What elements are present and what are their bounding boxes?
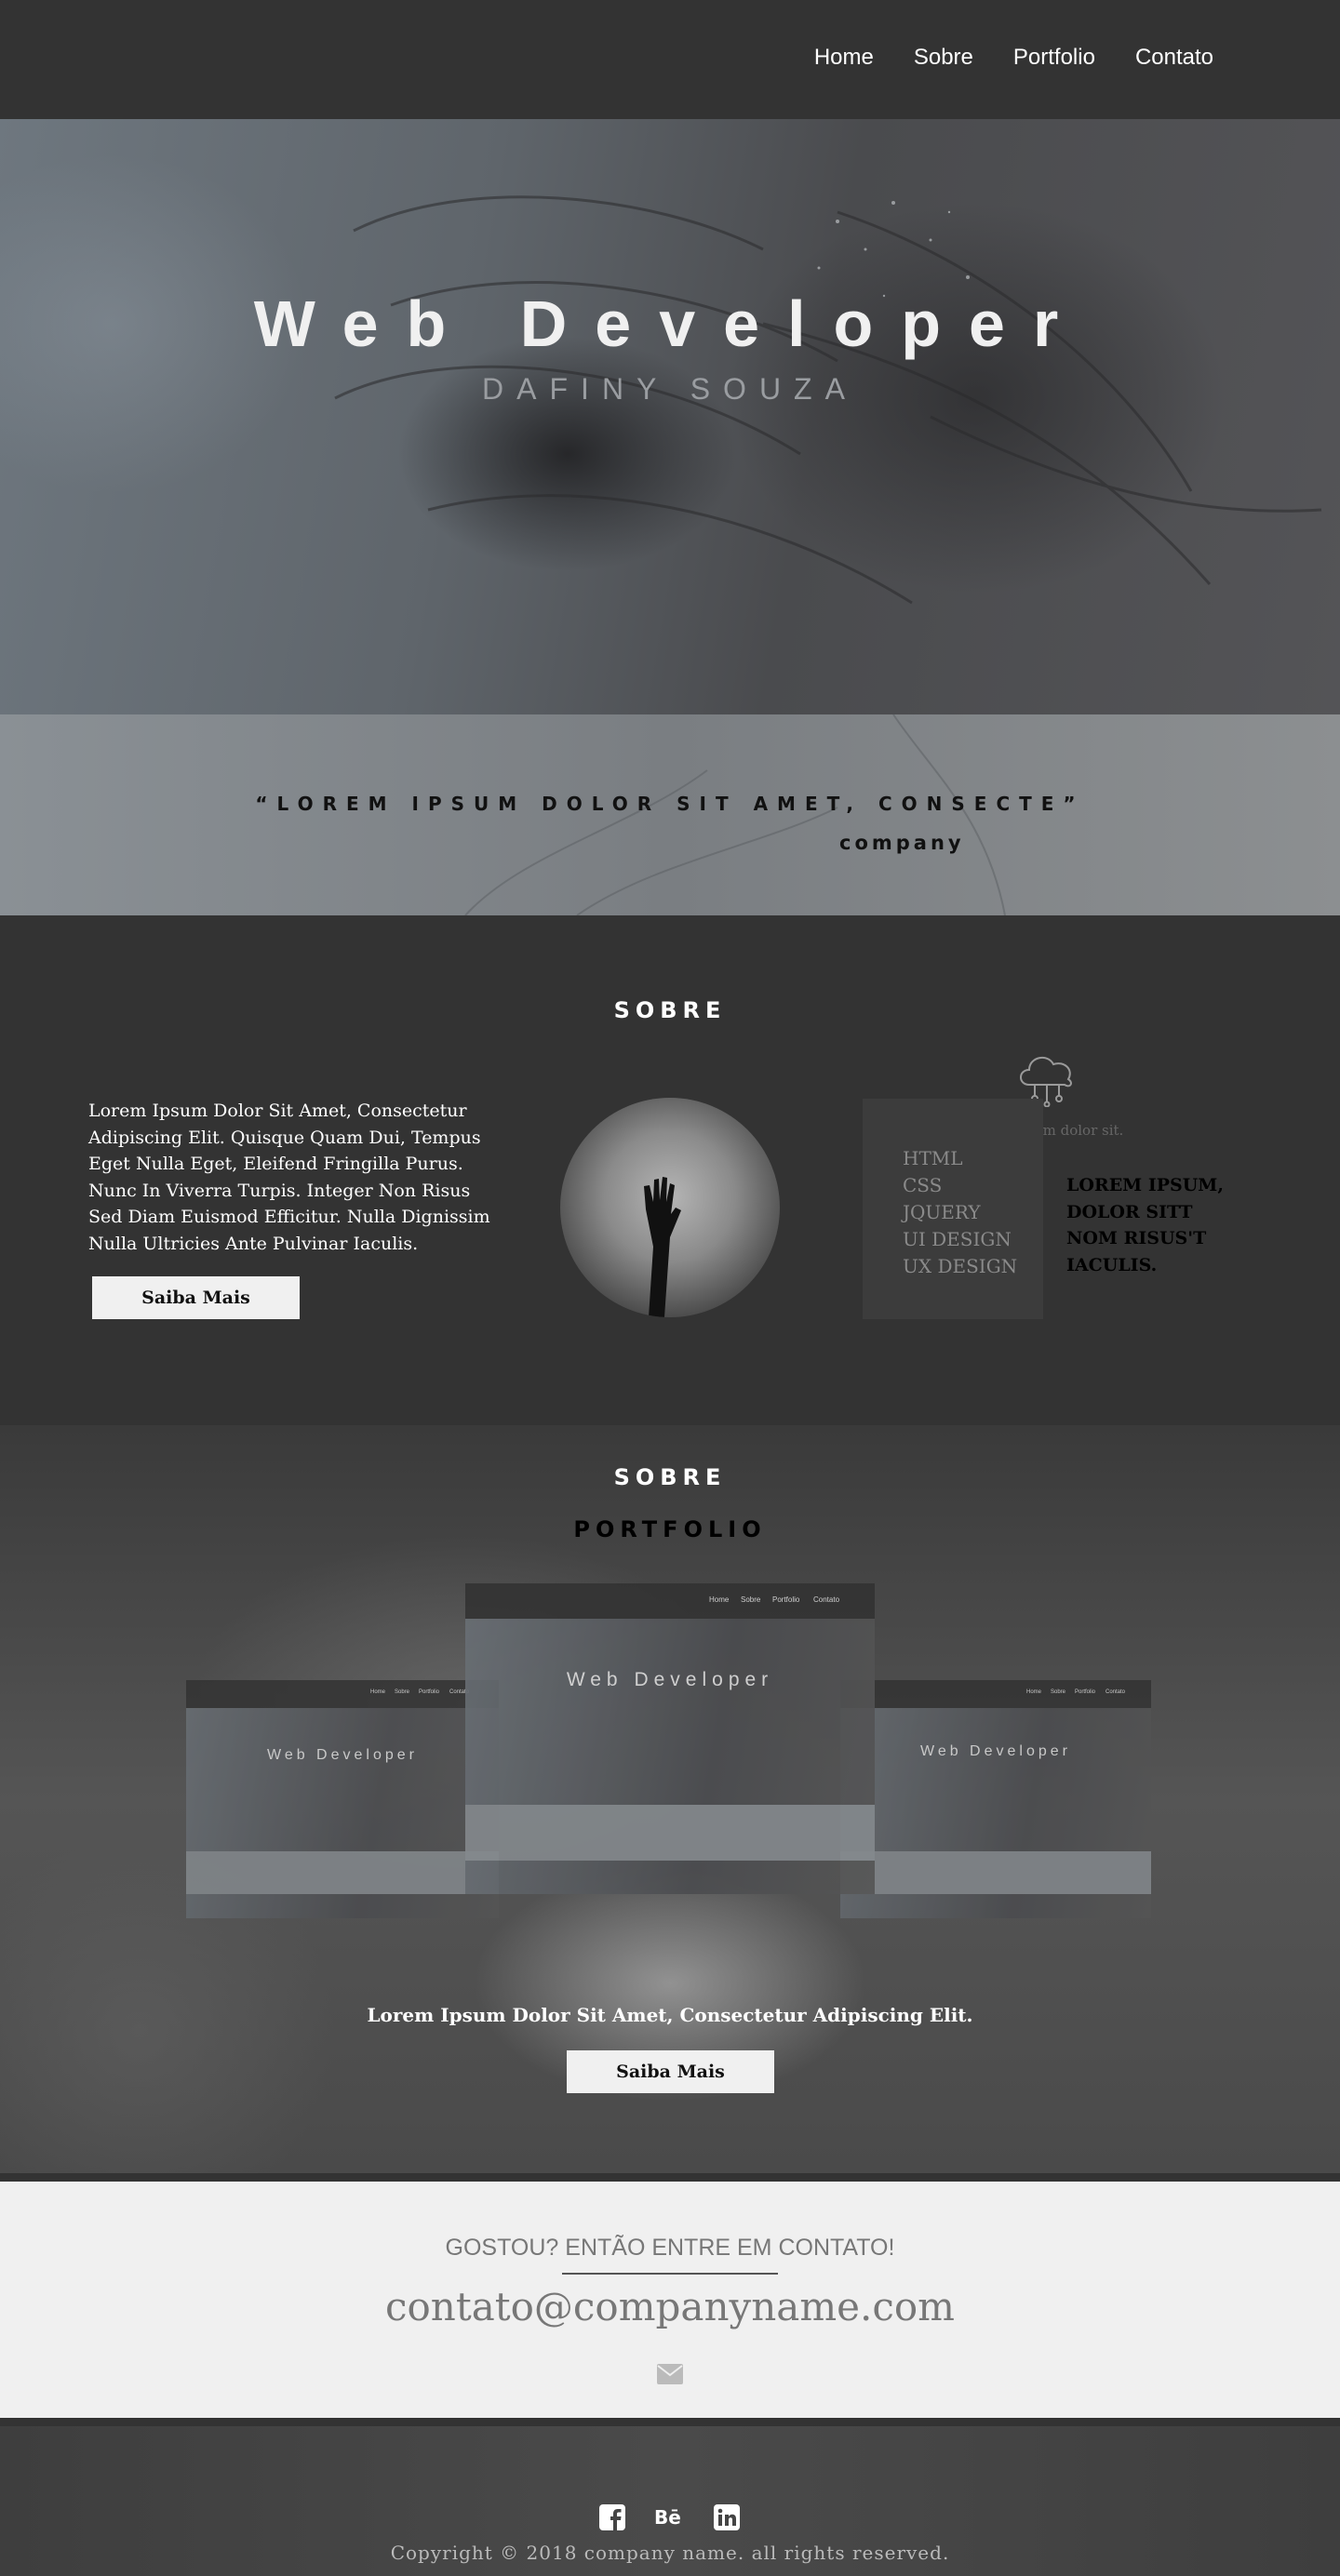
mockup-nav: Home Sobre Portfolio Contato bbox=[186, 1680, 499, 1708]
mockup-nav-item: Home bbox=[709, 1595, 730, 1604]
skill-item: JQUERY bbox=[903, 1201, 981, 1223]
quote-author: company bbox=[839, 832, 965, 854]
top-navigation: Home Sobre Portfolio Contato bbox=[0, 0, 1340, 119]
contact-section: GOSTOU? ENTÃO ENTRE EM CONTATO! contato@… bbox=[0, 2173, 1340, 2426]
nav-item-home[interactable]: Home bbox=[814, 45, 874, 71]
mockup-nav-item: Sobre bbox=[741, 1595, 761, 1604]
portfolio-section: SOBRE PORTFOLIO Home Sobre Portfolio Con… bbox=[0, 1425, 1340, 2173]
mockup-nav-item: Portfolio bbox=[419, 1688, 440, 1695]
copyright-text: Copyright © 2018 company name. all right… bbox=[390, 2542, 950, 2564]
quote-band: “LOREM IPSUM DOLOR SIT AMET, CONSECTE” c… bbox=[0, 714, 1340, 915]
contact-divider bbox=[562, 2273, 778, 2275]
hero-background-image bbox=[334, 195, 1322, 605]
hero-section: Web Developer DAFINY SOUZA bbox=[0, 119, 1340, 714]
mockup-nav-item: Portfolio bbox=[1075, 1688, 1096, 1695]
mockup-quote-band bbox=[465, 1805, 875, 1861]
mockup-title: Web Developer bbox=[267, 1747, 418, 1763]
mockup-nav-item: Contato bbox=[813, 1595, 840, 1604]
linkedin-icon[interactable] bbox=[714, 2504, 740, 2530]
mockup-nav-item: Portfolio bbox=[772, 1595, 800, 1604]
mockup-nav-item: Sobre bbox=[1051, 1688, 1066, 1695]
mockup-nav-item: Home bbox=[370, 1688, 386, 1695]
saiba-mais-button[interactable]: Saiba Mais bbox=[92, 1276, 300, 1319]
skills-side-text: LOREM IPSUM, DOLOR SITT NOM RISUS'T IACU… bbox=[1066, 1175, 1224, 1275]
nav-item-contato[interactable]: Contato bbox=[1135, 45, 1213, 71]
nav-item-sobre[interactable]: Sobre bbox=[914, 45, 973, 71]
behance-icon[interactable]: Bē bbox=[654, 2504, 684, 2530]
sobre-description: Lorem Ipsum Dolor Sit Amet, Consectetur … bbox=[88, 1101, 490, 1254]
facebook-icon[interactable] bbox=[599, 2504, 625, 2530]
skill-item: UX DESIGN bbox=[903, 1255, 1018, 1277]
skills-list: HTML CSS JQUERY UI DESIGN UX DESIGN bbox=[903, 1145, 1017, 1280]
mockup-nav: Home Sobre Portfolio Contato bbox=[840, 1680, 1151, 1708]
profile-photo bbox=[560, 1098, 780, 1317]
skills-list-box: HTML CSS JQUERY UI DESIGN UX DESIGN bbox=[863, 1099, 1043, 1319]
portfolio-thumbnail-left[interactable]: Home Sobre Portfolio Contato Web Develop… bbox=[186, 1680, 499, 1918]
svg-text:Bē: Bē bbox=[654, 2506, 681, 2529]
sobre-heading: SOBRE bbox=[613, 997, 727, 1023]
mockup-nav-item: Home bbox=[1026, 1688, 1042, 1695]
mockup-quote-band bbox=[186, 1851, 499, 1894]
footer: Bē Copyright © 2018 company name. all ri… bbox=[0, 2426, 1340, 2576]
mockup-nav-item: Contato bbox=[1106, 1688, 1126, 1695]
mockup-nav-item: Sobre bbox=[395, 1688, 410, 1695]
hero-title: Web Developer bbox=[253, 287, 1087, 360]
sobre-section: SOBRE Lorem Ipsum Dolor Sit Amet, Consec… bbox=[0, 915, 1340, 1425]
portfolio-thumbnail-center[interactable]: Home Sobre Portfolio Contato Web Develop… bbox=[465, 1583, 875, 1894]
raised-hand-image bbox=[644, 1177, 681, 1317]
skill-item: HTML bbox=[903, 1147, 963, 1169]
portfolio-heading: PORTFOLIO bbox=[573, 1516, 767, 1542]
portfolio-caption: Lorem Ipsum Dolor Sit Amet, Consectetur … bbox=[367, 2004, 973, 2026]
skill-item: UI DESIGN bbox=[903, 1228, 1012, 1250]
skill-item: CSS bbox=[903, 1174, 943, 1196]
hero-subtitle: DAFINY SOUZA bbox=[482, 372, 858, 406]
nav-menu: Home Sobre Portfolio Contato bbox=[814, 45, 1213, 71]
mockup-title: Web Developer bbox=[566, 1669, 774, 1690]
contact-heading: GOSTOU? ENTÃO ENTRE EM CONTATO! bbox=[445, 2235, 895, 2261]
mockup-title: Web Developer bbox=[920, 1743, 1071, 1759]
envelope-icon[interactable] bbox=[657, 2364, 683, 2384]
contact-email-link[interactable]: contato@companyname.com bbox=[0, 2284, 1340, 2329]
nav-item-portfolio[interactable]: Portfolio bbox=[1013, 45, 1095, 71]
portfolio-label: SOBRE bbox=[613, 1464, 727, 1490]
mockup-quote-band bbox=[840, 1851, 1151, 1894]
portfolio-saiba-mais-button[interactable]: Saiba Mais bbox=[567, 2050, 774, 2093]
quote-text: “LOREM IPSUM DOLOR SIT AMET, CONSECTE” bbox=[255, 793, 1085, 815]
quote-background-image bbox=[464, 714, 1006, 915]
portfolio-thumbnail-right[interactable]: Home Sobre Portfolio Contato Web Develop… bbox=[840, 1680, 1151, 1918]
mockup-nav: Home Sobre Portfolio Contato bbox=[465, 1583, 875, 1619]
